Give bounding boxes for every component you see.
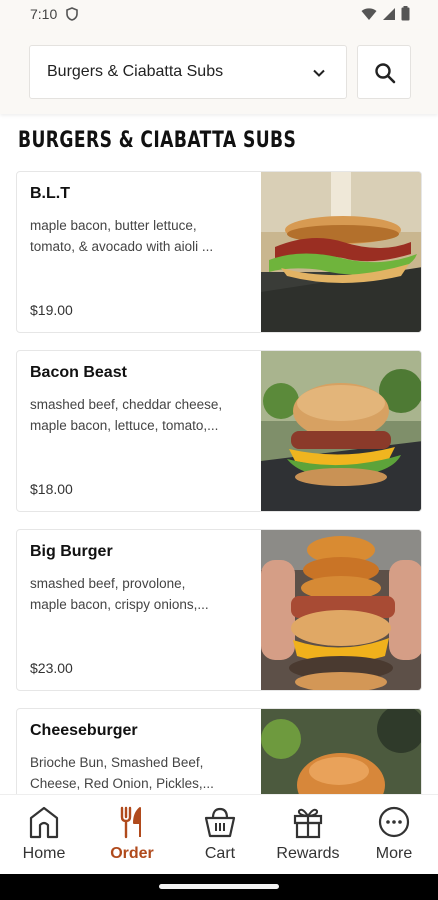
home-gesture-handle[interactable] <box>159 884 279 889</box>
fork-knife-icon <box>120 806 141 839</box>
menu-item-photo <box>261 351 421 511</box>
menu-item-description: smashed beef, cheddar cheese, maple baco… <box>30 397 223 433</box>
gesture-bar <box>0 874 438 900</box>
battery-icon <box>401 6 410 21</box>
home-icon <box>29 806 59 839</box>
nav-label-rewards: Rewards <box>276 845 340 862</box>
menu-item-card[interactable]: B.L.T maple bacon, butter lettuce, tomat… <box>16 171 422 333</box>
status-icons <box>361 6 410 21</box>
menu-item-photo <box>261 172 421 332</box>
wifi-icon <box>361 7 377 20</box>
menu-item-name: B.L.T <box>30 185 70 202</box>
nav-rewards[interactable]: Rewards <box>264 795 352 875</box>
nav-order[interactable]: Order <box>88 795 176 875</box>
gift-icon <box>293 808 323 839</box>
menu-item-photo <box>261 530 421 690</box>
menu-item-price: $23.00 <box>30 660 73 676</box>
cellular-icon <box>383 7 395 20</box>
top-panel: Burgers & Ciabatta Subs <box>0 30 438 114</box>
menu-item-card[interactable]: Bacon Beast smashed beef, cheddar cheese… <box>16 350 422 512</box>
nav-label-more: More <box>375 845 413 862</box>
shield-icon <box>66 7 78 21</box>
menu-item-description: Brioche Bun, Smashed Beef, Cheese, Red O… <box>30 755 214 791</box>
nav-cart[interactable]: Cart <box>176 795 264 875</box>
menu-item-name: Cheeseburger <box>30 722 138 739</box>
nav-more[interactable]: More <box>350 795 438 875</box>
more-dots-icon <box>378 806 410 838</box>
basket-icon <box>204 807 236 838</box>
nav-home[interactable]: Home <box>0 795 88 875</box>
nav-label-order: Order <box>110 845 154 862</box>
bottom-nav: Home Order Cart Rewards More <box>0 794 438 874</box>
menu-item-description: smashed beef, provolone, maple bacon, cr… <box>30 576 209 612</box>
search-icon <box>375 63 396 84</box>
menu-item-name: Bacon Beast <box>30 364 127 381</box>
category-dropdown[interactable]: Burgers & Ciabatta Subs <box>29 45 347 99</box>
nav-label-cart: Cart <box>204 845 236 862</box>
menu-item-name: Big Burger <box>30 543 113 560</box>
menu-item-card[interactable]: Big Burger smashed beef, provolone, mapl… <box>16 529 422 691</box>
menu-item-price: $18.00 <box>30 481 73 497</box>
status-bar: 7:10 <box>0 0 438 30</box>
search-button[interactable] <box>357 45 411 99</box>
menu-item-description: maple bacon, butter lettuce, tomato, & a… <box>30 218 214 254</box>
nav-label-home: Home <box>22 845 66 862</box>
status-time: 7:10 <box>30 6 58 22</box>
category-dropdown-value: Burgers & Ciabatta Subs <box>47 63 224 80</box>
section-title: BURGERS & CIABATTA SUBS <box>18 128 297 153</box>
chevron-down-icon <box>313 69 325 77</box>
menu-item-price: $19.00 <box>30 302 73 318</box>
